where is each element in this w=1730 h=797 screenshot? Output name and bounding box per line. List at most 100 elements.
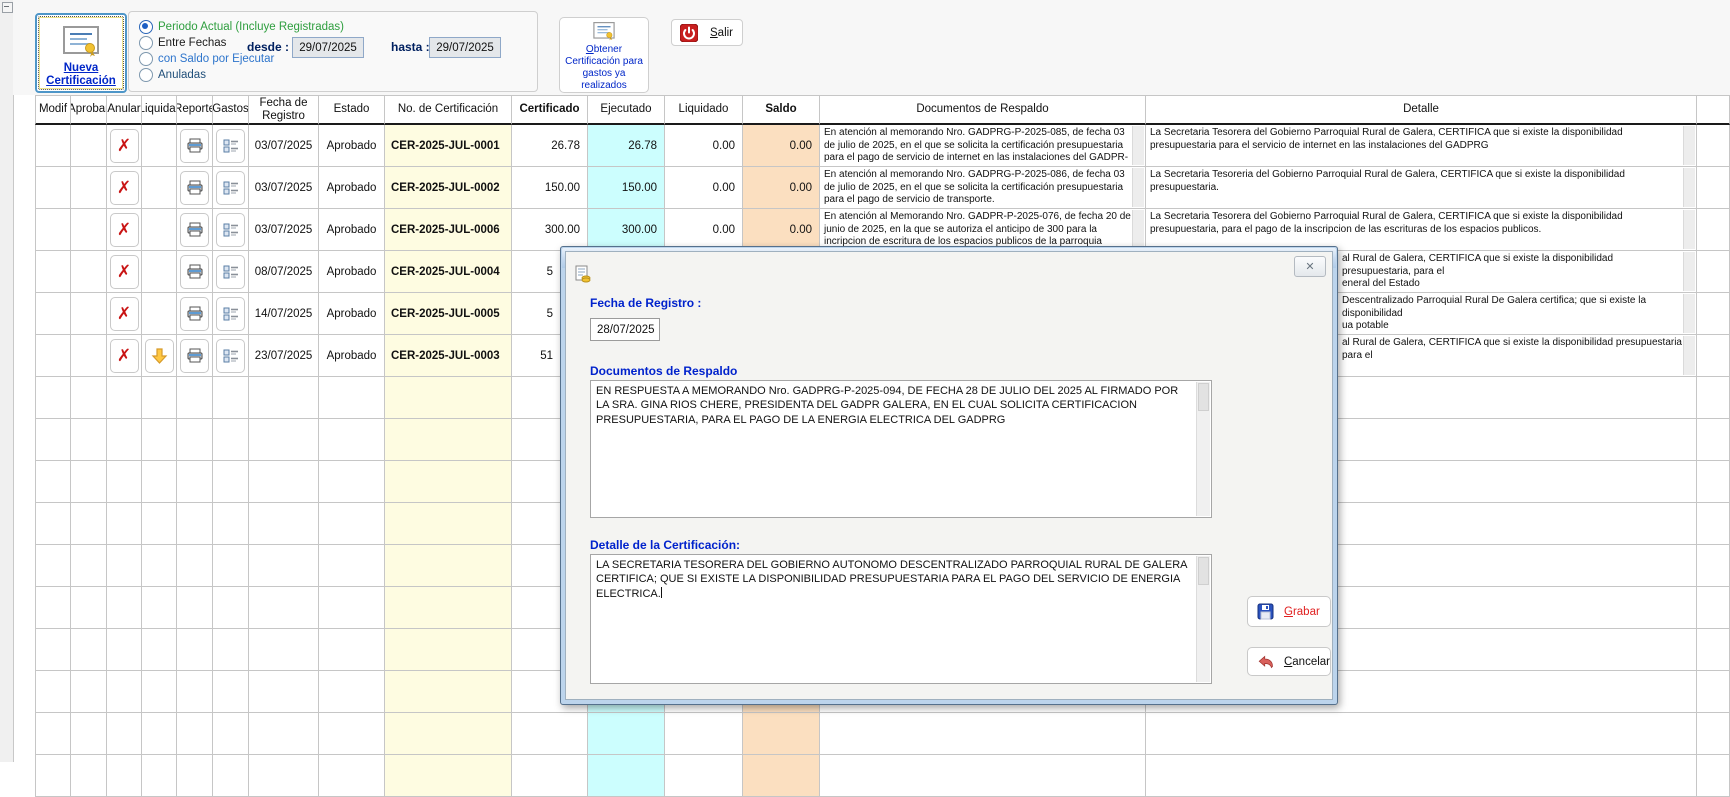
red-x-icon: ✗ bbox=[117, 347, 131, 364]
reporte-button[interactable] bbox=[180, 213, 209, 247]
detalle-certificacion-label: Detalle de la Certificación: bbox=[590, 538, 740, 552]
cell-reporte bbox=[177, 209, 213, 251]
anular-button[interactable]: ✗ bbox=[110, 255, 139, 289]
cell-scrollbar[interactable] bbox=[1683, 168, 1695, 207]
cell-ejecutado: 300.00 bbox=[588, 209, 665, 251]
gastos-button[interactable] bbox=[216, 339, 245, 373]
down-arrow-icon bbox=[151, 348, 168, 364]
documentos-text: En atención al Memorando Nro. GADPR-P-20… bbox=[820, 209, 1145, 251]
cell-aprobar bbox=[71, 335, 107, 377]
cell-scrollbar[interactable] bbox=[1683, 294, 1695, 333]
cell-scrollbar[interactable] bbox=[1683, 126, 1695, 165]
cell-scrollbar[interactable] bbox=[1683, 336, 1695, 375]
cell-modif bbox=[35, 125, 71, 167]
detalle-certificacion-textarea[interactable]: LA SECRETARIA TESORERA DEL GOBIERNO AUTO… bbox=[590, 554, 1212, 684]
collapsed-side-panel[interactable] bbox=[0, 0, 14, 762]
cell-gastos bbox=[213, 335, 249, 377]
cell-modif bbox=[35, 293, 71, 335]
cell-scrollbar[interactable] bbox=[1683, 210, 1695, 249]
red-x-icon: ✗ bbox=[117, 305, 131, 322]
reporte-button[interactable] bbox=[180, 129, 209, 163]
cell-reporte bbox=[177, 335, 213, 377]
cancelar-button[interactable]: Cancelar bbox=[1247, 647, 1331, 676]
cell-saldo: 0.00 bbox=[743, 125, 820, 167]
cell-scrollbar[interactable] bbox=[1132, 126, 1144, 165]
col-header-reporte: Reporte bbox=[177, 95, 213, 125]
col-header-modif: Modif bbox=[35, 95, 71, 125]
close-icon: ✕ bbox=[1305, 260, 1314, 273]
obtener-certificacion-label: Obtener Certificación para gastos ya rea… bbox=[560, 44, 648, 92]
cell-aprobar bbox=[71, 293, 107, 335]
period-filter-group: Periodo Actual (Incluye Registradas) Ent… bbox=[128, 11, 538, 92]
nueva-certificacion-button[interactable]: Nueva Certificación bbox=[35, 13, 127, 93]
desde-label: desde : bbox=[247, 40, 289, 54]
reporte-button[interactable] bbox=[180, 339, 209, 373]
anular-button[interactable]: ✗ bbox=[110, 213, 139, 247]
cell-gastos bbox=[213, 251, 249, 293]
reporte-button[interactable] bbox=[180, 171, 209, 205]
cell-numero-certificacion[interactable]: CER-2025-JUL-0006 bbox=[385, 209, 512, 251]
cell-anular: ✗ bbox=[107, 125, 142, 167]
radio-periodo-actual[interactable]: Periodo Actual (Incluye Registradas) bbox=[139, 20, 344, 34]
gastos-button[interactable] bbox=[216, 255, 245, 289]
reporte-button[interactable] bbox=[180, 297, 209, 331]
cell-gastos bbox=[213, 293, 249, 335]
gastos-button[interactable] bbox=[216, 171, 245, 205]
cell-gastos bbox=[213, 209, 249, 251]
cancelar-label: Cancelar bbox=[1284, 656, 1330, 668]
radio-icon[interactable] bbox=[139, 68, 153, 82]
detalle-text: La Secretaria Tesoreria del Gobierno Par… bbox=[1146, 167, 1696, 196]
radio-con-saldo[interactable]: con Saldo por Ejecutar bbox=[139, 52, 274, 66]
cell-numero-certificacion[interactable]: CER-2025-JUL-0005 bbox=[385, 293, 512, 335]
documentos-respaldo-textarea[interactable]: EN RESPUESTA A MEMORANDO Nro. GADPRG-P-2… bbox=[590, 380, 1212, 518]
cell-numero-certificacion[interactable]: CER-2025-JUL-0004 bbox=[385, 251, 512, 293]
floppy-disk-icon bbox=[1257, 603, 1274, 620]
red-x-icon: ✗ bbox=[117, 137, 131, 154]
textarea-scrollbar[interactable] bbox=[1196, 556, 1210, 682]
salir-button[interactable]: Salir bbox=[671, 19, 743, 46]
splitter-handle[interactable] bbox=[2, 2, 13, 13]
focus-ring bbox=[38, 16, 124, 90]
anular-button[interactable]: ✗ bbox=[110, 129, 139, 163]
documentos-text: En atención al memorando Nro. GADPRG-P-2… bbox=[820, 167, 1145, 209]
cell-modif bbox=[35, 209, 71, 251]
desde-input[interactable]: 29/07/2025 bbox=[292, 37, 364, 58]
col-header-ejecutado: Ejecutado bbox=[588, 95, 665, 125]
cell-aprobar bbox=[71, 251, 107, 293]
anular-button[interactable]: ✗ bbox=[110, 297, 139, 331]
detail-list-icon bbox=[223, 139, 239, 153]
cell-numero-certificacion[interactable]: CER-2025-JUL-0003 bbox=[385, 335, 512, 377]
radio-icon[interactable] bbox=[139, 20, 153, 34]
cell-detalle: La Secretaria Tesoreria del Gobierno Par… bbox=[1146, 167, 1697, 209]
cell-numero-certificacion[interactable]: CER-2025-JUL-0001 bbox=[385, 125, 512, 167]
gastos-button[interactable] bbox=[216, 297, 245, 331]
col-header-anular: Anular bbox=[107, 95, 142, 125]
radio-anuladas[interactable]: Anuladas bbox=[139, 68, 206, 82]
cell-scrollbar[interactable] bbox=[1132, 168, 1144, 207]
radio-icon[interactable] bbox=[139, 36, 153, 50]
cell-anular: ✗ bbox=[107, 293, 142, 335]
textarea-scrollbar[interactable] bbox=[1196, 382, 1210, 516]
obtener-certificacion-button[interactable]: Obtener Certificación para gastos ya rea… bbox=[559, 17, 649, 93]
anular-button[interactable]: ✗ bbox=[110, 339, 139, 373]
cell-documentos: En atención al memorando Nro. GADPRG-P-2… bbox=[820, 125, 1146, 167]
grabar-button[interactable]: Grabar bbox=[1247, 596, 1331, 627]
dialog-close-button[interactable]: ✕ bbox=[1294, 256, 1326, 277]
toolbar: Nueva Certificación Periodo Actual (Incl… bbox=[13, 0, 1730, 95]
anular-button[interactable]: ✗ bbox=[110, 171, 139, 205]
radio-icon[interactable] bbox=[139, 52, 153, 66]
cell-numero-certificacion[interactable]: CER-2025-JUL-0002 bbox=[385, 167, 512, 209]
radio-label: Anuladas bbox=[158, 69, 206, 81]
gastos-button[interactable] bbox=[216, 129, 245, 163]
hasta-input[interactable]: 29/07/2025 bbox=[429, 37, 501, 58]
cell-scrollbar[interactable] bbox=[1683, 252, 1695, 291]
gastos-button[interactable] bbox=[216, 213, 245, 247]
fecha-registro-input[interactable]: 28/07/2025 bbox=[590, 318, 660, 341]
cell-fecha-registro: 03/07/2025 bbox=[249, 167, 319, 209]
cell-documentos: En atención al Memorando Nro. GADPR-P-20… bbox=[820, 209, 1146, 251]
cell-anular: ✗ bbox=[107, 335, 142, 377]
reporte-button[interactable] bbox=[180, 255, 209, 289]
cell-scrollbar[interactable] bbox=[1132, 210, 1144, 249]
liquidar-button[interactable] bbox=[145, 339, 174, 373]
radio-entre-fechas[interactable]: Entre Fechas bbox=[139, 36, 226, 50]
